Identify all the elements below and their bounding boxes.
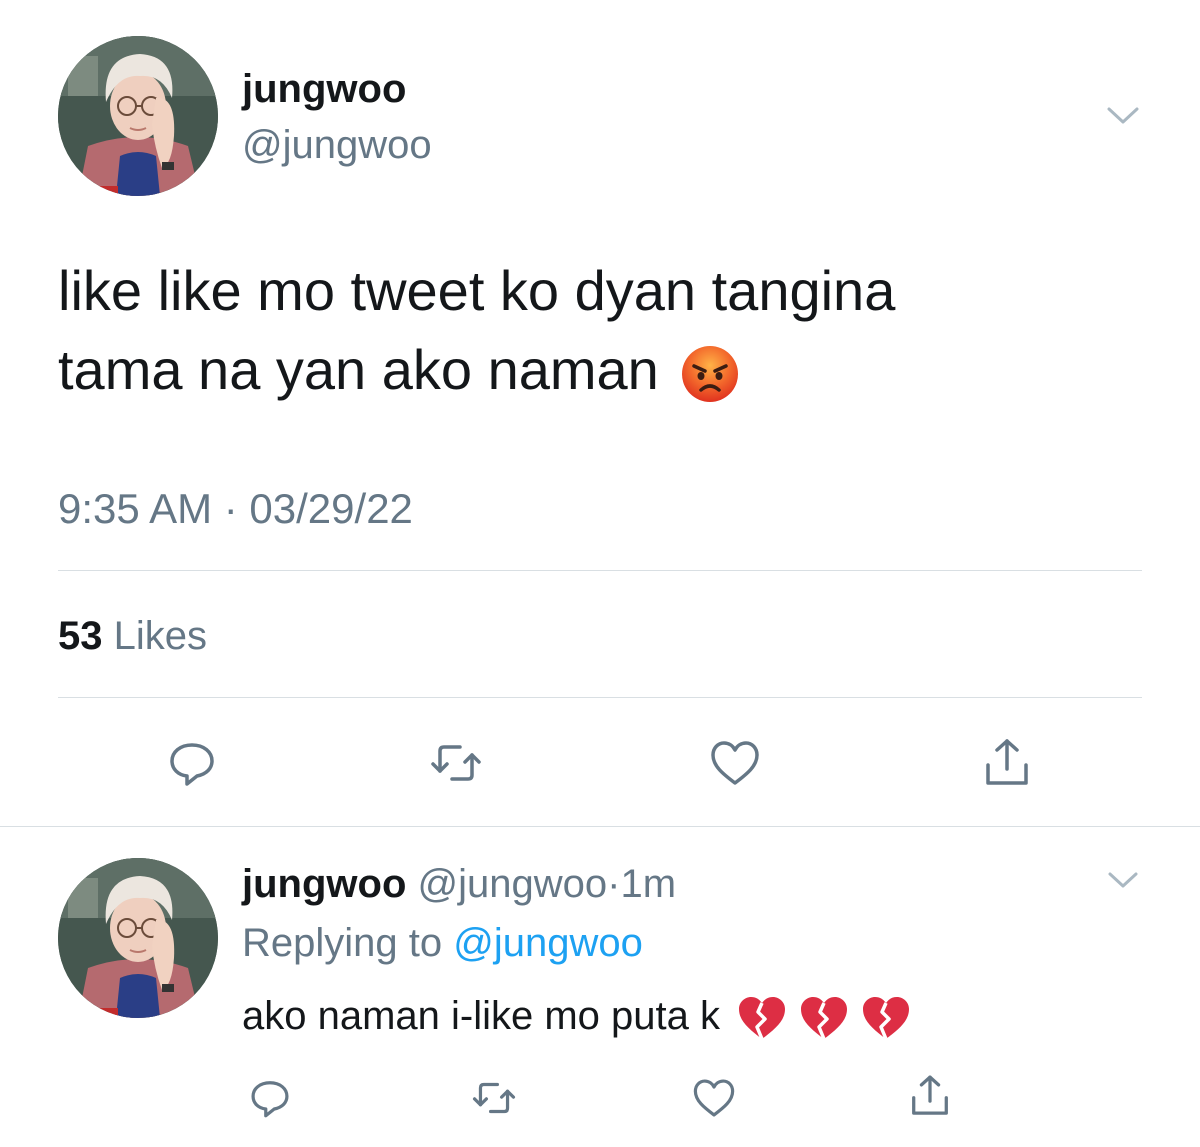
like-button[interactable] <box>703 731 767 795</box>
angry-face-icon <box>681 345 739 403</box>
retweet-icon <box>472 1082 516 1114</box>
retweet-button[interactable] <box>424 731 488 795</box>
replying-to-handle[interactable]: @jungwoo <box>453 921 643 965</box>
broken-heart-icon <box>736 994 788 1042</box>
tweet-timestamp[interactable]: 9:35 AM · 03/29/22 <box>58 484 413 534</box>
author-avatar[interactable] <box>58 36 218 196</box>
reply-icon <box>251 1081 289 1118</box>
reply-text: ako naman i-like mo puta k <box>242 990 912 1042</box>
likes-stat[interactable]: 53 Likes <box>58 612 207 660</box>
author-name[interactable]: jungwoo <box>242 66 406 112</box>
reply-author-handle[interactable]: @jungwoo <box>418 862 608 906</box>
likes-label: Likes <box>113 614 208 658</box>
divider <box>58 570 1142 571</box>
tweet-text-line-2: tama na yan ako naman <box>58 330 1158 409</box>
like-icon <box>711 741 759 785</box>
reply-like-button[interactable] <box>682 1066 746 1130</box>
reply-time[interactable]: 1m <box>620 862 676 906</box>
reply-button[interactable] <box>160 731 224 795</box>
likes-count: 53 <box>58 614 103 658</box>
chevron-down-icon[interactable] <box>1106 866 1140 894</box>
reply-retweet-button[interactable] <box>462 1066 526 1130</box>
replying-to: Replying to @jungwoo <box>242 920 643 966</box>
tweet-text-line-2-text: tama na yan ako naman <box>58 338 659 401</box>
reply-separator: · <box>607 862 621 906</box>
avatar-photo <box>58 36 218 196</box>
tweet-text-line-1: like like mo tweet ko dyan tangina <box>58 259 896 322</box>
reply-text-content: ako naman i-like mo puta k <box>242 994 721 1038</box>
chevron-down-icon[interactable] <box>1104 100 1142 130</box>
broken-heart-icon <box>798 994 850 1042</box>
author-handle[interactable]: @jungwoo <box>242 122 432 168</box>
divider <box>58 697 1142 698</box>
reply-reply-button[interactable] <box>238 1066 302 1130</box>
replying-to-label: Replying to <box>242 921 443 965</box>
broken-heart-icon <box>860 994 912 1042</box>
share-icon <box>986 739 1028 785</box>
tweet-text: like like mo tweet ko dyan tangina tama … <box>58 251 1158 409</box>
reply-share-button[interactable] <box>898 1064 962 1128</box>
reply-icon <box>170 743 214 786</box>
avatar-photo <box>58 858 218 1018</box>
reply-author-name[interactable]: jungwoo <box>242 862 406 906</box>
reply-author-avatar[interactable] <box>58 858 218 1018</box>
share-button[interactable] <box>975 731 1039 795</box>
retweet-icon <box>431 745 481 781</box>
reply-header: jungwoo @jungwoo·1m <box>242 861 676 907</box>
share-icon <box>912 1075 948 1115</box>
like-icon <box>693 1079 735 1117</box>
divider <box>0 826 1200 827</box>
